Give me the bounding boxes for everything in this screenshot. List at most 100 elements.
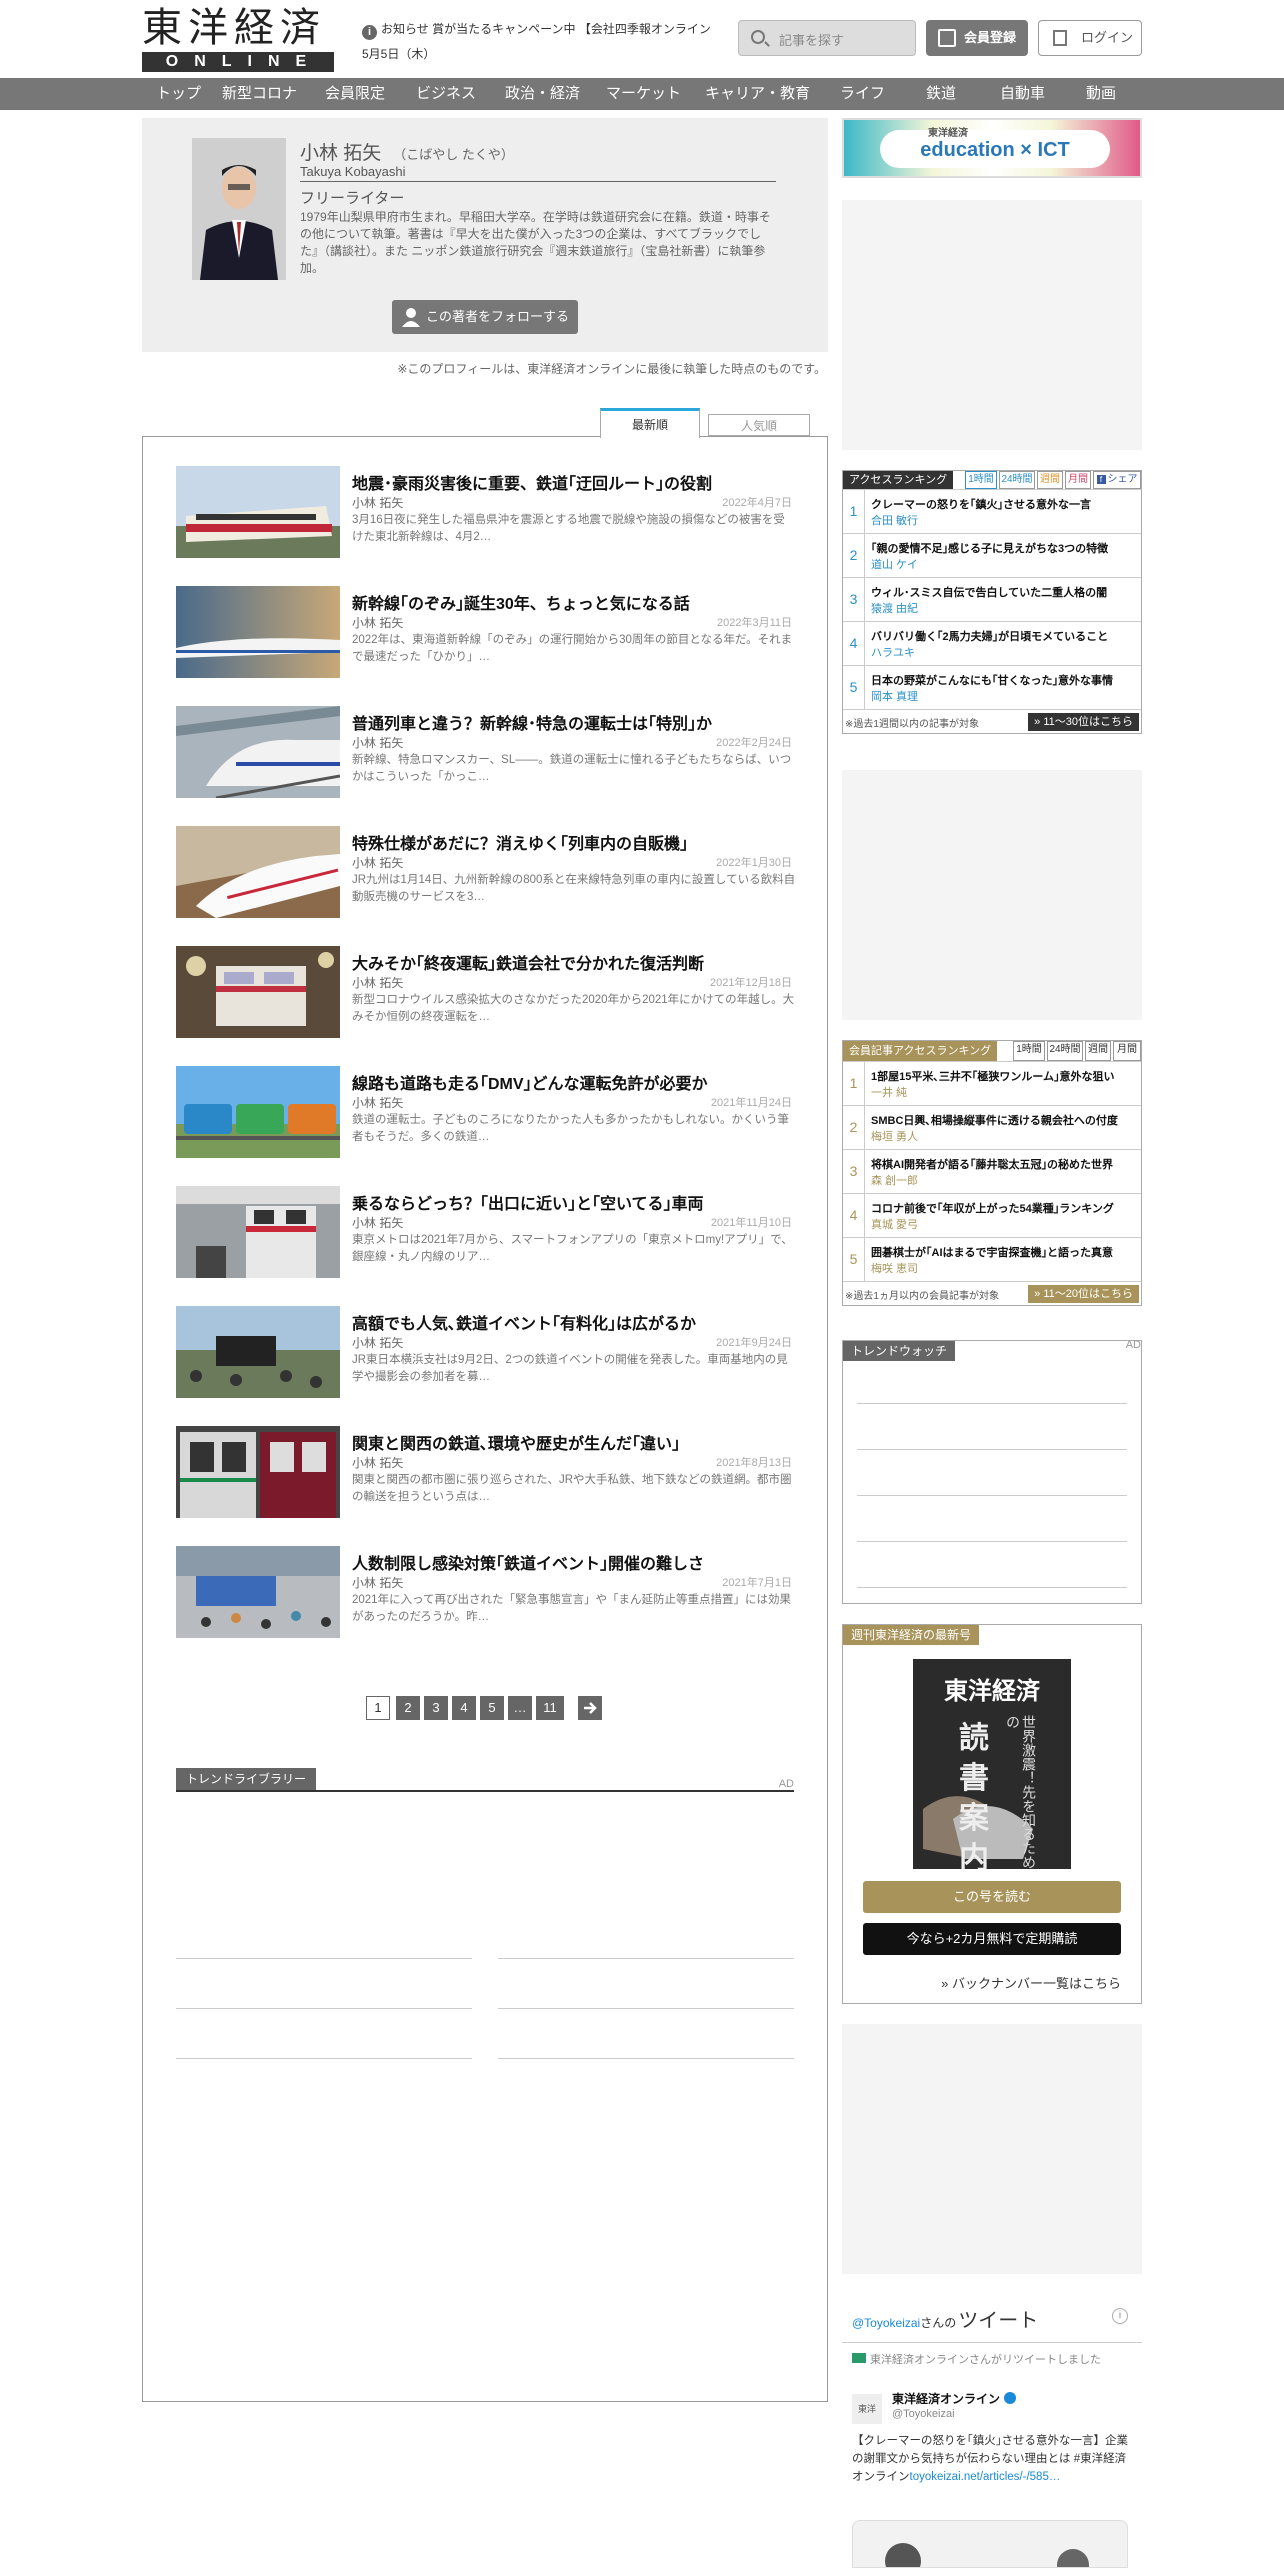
article-item[interactable]: 特殊仕様があだに？消えゆく｢列車内の自販機｣ 小林 拓矢 2022年1月30日 … [176,826,796,922]
member-ranking-item[interactable]: 5 囲碁棋士が｢AIはまるで宇宙探査機｣と語った真意 梅咲 恵司 [843,1237,1141,1281]
ranking-item[interactable]: 5 日本の野菜がこんなにも｢甘くなった｣意外な事情 岡本 真理 [843,665,1141,709]
article-item[interactable]: 人数制限し感染対策｢鉄道イベント｣開催の難しさ 小林 拓矢 2021年7月1日 … [176,1546,796,1642]
ranking-more-button[interactable]: » 11～30位はこちら [1028,713,1139,731]
subscribe-button[interactable]: 今なら+2カ月無料で定期購読 [863,1923,1121,1955]
magazine-cover[interactable]: 東洋経済 読書案内 世界激震！先を知るための [913,1659,1071,1869]
rank-title[interactable]: ウィル･スミス自伝で告白していた二重人格の闇 [871,584,1137,600]
nav-item[interactable]: マーケット [606,78,681,110]
account-handle[interactable]: @Toyokeizai [892,2408,955,2420]
read-issue-button[interactable]: この号を読む [863,1881,1121,1913]
page-3[interactable]: 3 [424,1696,448,1720]
page-5[interactable]: 5 [480,1696,504,1720]
article-thumbnail[interactable] [176,706,340,798]
article-title[interactable]: 人数制限し感染対策｢鉄道イベント｣開催の難しさ [352,1550,704,1574]
article-item[interactable]: 線路も道路も走る｢DMV｣どんな運転免許が必要か 小林 拓矢 2021年11月2… [176,1066,796,1162]
nav-item[interactable]: 動画 [1086,78,1116,110]
education-ict-banner[interactable]: 東洋経済 education × ICT [842,118,1142,178]
page-last[interactable]: 11 [536,1696,564,1720]
nav-item[interactable]: 政治・経済 [505,78,580,110]
member-ranking-more-button[interactable]: » 11～20位はこちら [1028,1285,1139,1303]
article-item[interactable]: 地震･豪雨災害後に重要、鉄道｢迂回ルート｣の役割 小林 拓矢 2022年4月7日… [176,466,796,562]
rank-title[interactable]: 1部屋15平米､三井不｢極狭ワンルーム｣意外な狙い [871,1068,1137,1084]
login-button[interactable]: ログイン [1038,20,1142,56]
rank-title[interactable]: SMBC日興､相場操縦事件に透ける親会社への付度 [871,1112,1137,1128]
page-2[interactable]: 2 [396,1696,420,1720]
article-title[interactable]: 地震･豪雨災害後に重要、鉄道｢迂回ルート｣の役割 [352,470,712,494]
article-thumbnail[interactable] [176,586,340,678]
tweet-link[interactable]: toyokeizai.net/articles/-/585… [910,2471,1061,2483]
nav-item[interactable]: キャリア・教育 [705,78,810,110]
tab-month[interactable]: 月間 [1113,1041,1141,1061]
tab-24h[interactable]: 24時間 [1047,1041,1083,1061]
article-item[interactable]: 普通列車と違う？新幹線･特急の運転士は｢特別｣か 小林 拓矢 2022年2月24… [176,706,796,802]
page-4[interactable]: 4 [452,1696,476,1720]
rank-title[interactable]: バリバリ働く｢2馬力夫婦｣が日頃モメていること [871,628,1137,644]
ad-slot[interactable] [842,2024,1142,2274]
ranking-item[interactable]: 4 バリバリ働く｢2馬力夫婦｣が日頃モメていること ハラユキ [843,621,1141,665]
article-item[interactable]: 乗るならどっち？｢出口に近い｣と｢空いてる｣車両 小林 拓矢 2021年11月1… [176,1186,796,1282]
rank-title[interactable]: クレーマーの怒りを｢鎮火｣させる意外な一言 [871,496,1137,512]
tab-month[interactable]: 月間 [1065,471,1091,489]
register-button[interactable]: 会員登録 [926,20,1028,56]
info-icon[interactable]: i [1112,2308,1128,2324]
article-title[interactable]: 新幹線｢のぞみ｣誕生30年、ちょっと気になる話 [352,590,690,614]
twitter-handle[interactable]: @Toyokeizai [852,2316,920,2330]
article-thumbnail[interactable] [176,1426,340,1518]
nav-item[interactable]: ビジネス [416,78,476,110]
tab-1h[interactable]: 1時間 [1013,1041,1045,1061]
account-avatar[interactable]: 東洋 [852,2394,882,2424]
nav-item[interactable]: トップ [156,78,201,110]
article-title[interactable]: 高額でも人気､鉄道イベント｢有料化｣は広がるか [352,1310,696,1334]
rank-title[interactable]: 囲碁棋士が｢AIはまるで宇宙探査機｣と語った真意 [871,1244,1137,1260]
site-logo[interactable]: 東洋経済 ONLINE [142,6,336,72]
tab-latest[interactable]: 最新順 [600,408,700,438]
member-ranking-item[interactable]: 2 SMBC日興､相場操縦事件に透ける親会社への付度 梅垣 勇人 [843,1105,1141,1149]
tab-week[interactable]: 週間 [1085,1041,1111,1061]
article-title[interactable]: 関東と関西の鉄道､環境や歴史が生んだ｢違い｣ [352,1430,680,1454]
article-title[interactable]: 特殊仕様があだに？消えゆく｢列車内の自販機｣ [352,830,688,854]
rank-title[interactable]: ｢親の愛情不足｣感じる子に見えがちな3つの特徴 [871,540,1137,556]
member-ranking-item[interactable]: 4 コロナ前後で｢年収が上がった54業種｣ランキング 真城 愛弓 [843,1193,1141,1237]
ranking-item[interactable]: 3 ウィル･スミス自伝で告白していた二重人格の闇 猿渡 由紀 [843,577,1141,621]
article-thumbnail[interactable] [176,946,340,1038]
article-title[interactable]: 普通列車と違う？新幹線･特急の運転士は｢特別｣か [352,710,712,734]
tab-24h[interactable]: 24時間 [999,471,1035,489]
tweet-media[interactable] [852,2520,1128,2568]
article-thumbnail[interactable] [176,1306,340,1398]
tab-week[interactable]: 週間 [1037,471,1063,489]
article-thumbnail[interactable] [176,1186,340,1278]
rank-title[interactable]: コロナ前後で｢年収が上がった54業種｣ランキング [871,1200,1137,1216]
ranking-item[interactable]: 2 ｢親の愛情不足｣感じる子に見えがちな3つの特徴 道山 ケイ [843,533,1141,577]
nav-item[interactable]: 自動車 [1000,78,1045,110]
article-item[interactable]: 関東と関西の鉄道､環境や歴史が生んだ｢違い｣ 小林 拓矢 2021年8月13日 … [176,1426,796,1522]
article-item[interactable]: 高額でも人気､鉄道イベント｢有料化｣は広がるか 小林 拓矢 2021年9月24日… [176,1306,796,1402]
article-title[interactable]: 線路も道路も走る｢DMV｣どんな運転免許が必要か [352,1070,708,1094]
tab-share[interactable]: f シェア [1093,471,1141,489]
tab-popular[interactable]: 人気順 [708,414,810,436]
ad-slot[interactable] [842,770,1142,1020]
article-thumbnail[interactable] [176,826,340,918]
follow-author-button[interactable]: この著者をフォローする [392,300,578,334]
member-ranking-item[interactable]: 1 1部屋15平米､三井不｢極狭ワンルーム｣意外な狙い 一井 純 [843,1061,1141,1105]
nav-item[interactable]: 新型コロナ [222,78,297,110]
article-thumbnail[interactable] [176,1546,340,1638]
search-input[interactable]: 記事を探す [738,20,916,56]
ranking-item[interactable]: 1 クレーマーの怒りを｢鎮火｣させる意外な一言 合田 敏行 [843,489,1141,533]
article-item[interactable]: 大みそか｢終夜運転｣鉄道会社で分かれた復活判断 小林 拓矢 2021年12月18… [176,946,796,1042]
nav-item[interactable]: 会員限定 [325,78,385,110]
tweet-account[interactable]: 東洋経済オンライン [892,2390,1017,2407]
article-title[interactable]: 大みそか｢終夜運転｣鉄道会社で分かれた復活判断 [352,950,704,974]
article-title[interactable]: 乗るならどっち？｢出口に近い｣と｢空いてる｣車両 [352,1190,704,1214]
next-page-button[interactable] [578,1696,602,1720]
tab-1h[interactable]: 1時間 [965,471,997,489]
nav-item[interactable]: 鉄道 [926,78,956,110]
member-ranking-item[interactable]: 3 将棋AI開発者が語る｢藤井聡太五冠｣の秘めた世界森 創一郎 [843,1149,1141,1193]
nav-item[interactable]: ライフ [840,78,885,110]
article-item[interactable]: 新幹線｢のぞみ｣誕生30年、ちょっと気になる話 小林 拓矢 2022年3月11日… [176,586,796,682]
ad-slot[interactable] [842,200,1142,450]
page-1[interactable]: 1 [366,1696,390,1720]
article-thumbnail[interactable] [176,466,340,558]
notice-bar[interactable]: i お知らせ 賞が当たるキャンペーン中 【会社四季報オンライン [362,20,722,40]
article-thumbnail[interactable] [176,1066,340,1158]
rank-title[interactable]: 将棋AI開発者が語る｢藤井聡太五冠｣の秘めた世界 [871,1156,1137,1172]
